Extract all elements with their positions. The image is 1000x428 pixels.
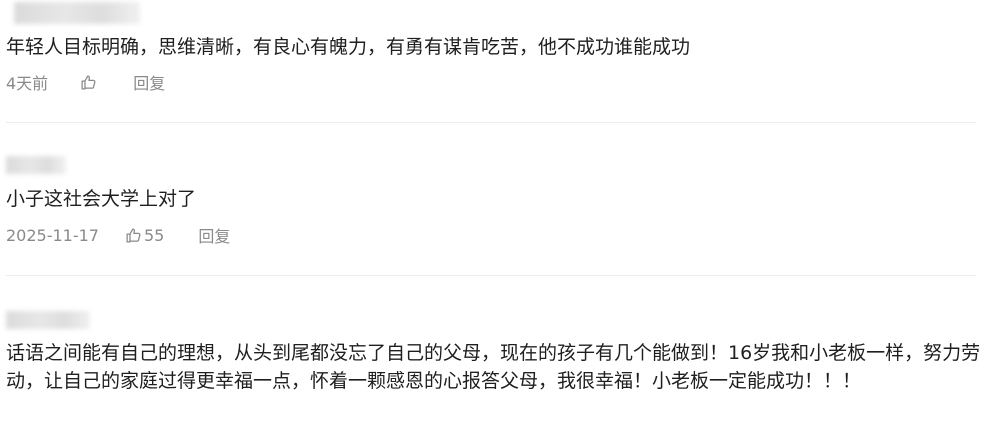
like-button[interactable] (80, 74, 99, 91)
comment-meta: 2025-11-17 55 回复 (6, 223, 230, 247)
comment-item: 话语之间能有自己的理想，从头到尾都没忘了自己的父母，现在的孩子有几个能做到！16… (0, 277, 1000, 428)
divider (6, 275, 976, 276)
comment-text: 话语之间能有自己的理想，从头到尾都没忘了自己的父母，现在的孩子有几个能做到！16… (6, 342, 981, 392)
comment-item: 小子这社会大学上对了 2025-11-17 55 回复 (0, 124, 1000, 274)
comment-meta: 4天前 回复 (6, 71, 165, 93)
comment-time: 2025-11-17 (6, 225, 99, 245)
reply-button[interactable]: 回复 (198, 223, 230, 247)
comment-text: 年轻人目标明确，思维清晰，有良心有魄力，有勇有谋肯吃苦，他不成功谁能成功 (6, 36, 691, 58)
comment-item: 年轻人目标明确，思维清晰，有良心有魄力，有勇有谋肯吃苦，他不成功谁能成功 4天前… (0, 0, 1000, 120)
comment-time: 4天前 (6, 74, 49, 93)
avatar-username-blurred[interactable] (6, 156, 66, 174)
like-count: 55 (143, 225, 165, 245)
comment-text: 小子这社会大学上对了 (6, 188, 197, 210)
thumbs-up-icon (126, 227, 141, 243)
divider (6, 122, 976, 123)
thumbs-up-icon (81, 74, 96, 90)
avatar-username-blurred[interactable] (6, 311, 90, 329)
like-button[interactable]: 55 (125, 226, 164, 245)
reply-button[interactable]: 回复 (133, 70, 165, 94)
avatar-username-blurred[interactable] (14, 2, 140, 24)
